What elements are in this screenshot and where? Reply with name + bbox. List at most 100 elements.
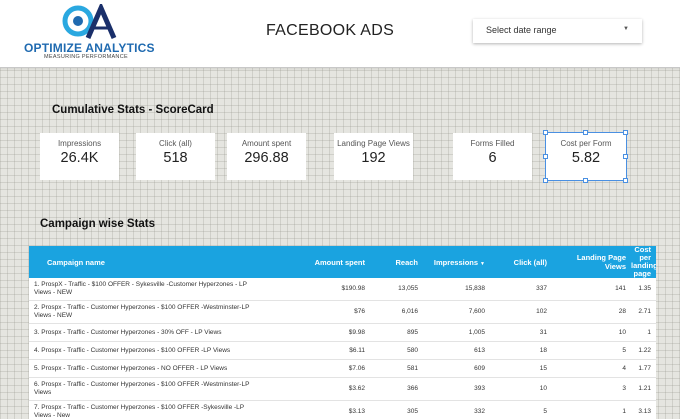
cell-cost-per-landing-page: 1.22 (631, 341, 656, 360)
resize-handle[interactable] (583, 178, 588, 183)
scorecard-cost-per-form[interactable]: Cost per Form 5.82 (545, 132, 627, 181)
card-value: 518 (163, 150, 188, 166)
page-title: FACEBOOK ADS (265, 22, 395, 39)
campaign-name: Prospx - Traffic - Customer Hyperzones -… (34, 304, 250, 319)
card-label: Amount spent (241, 139, 292, 148)
card-value: 6 (488, 150, 497, 166)
cell-amount-spent: $7.06 (267, 359, 370, 378)
table-row[interactable]: 7. Prospx - Traffic - Customer Hyperzone… (29, 400, 656, 419)
resize-handle[interactable] (623, 178, 628, 183)
date-range-select[interactable]: Select date range ▼ (473, 19, 642, 43)
logo-mark-icon (62, 4, 117, 39)
scorecard-forms-filled[interactable]: Forms Filled 6 (453, 133, 532, 180)
col-landing-page-views[interactable]: Landing Page Views (552, 246, 631, 278)
col-cost-per-landing-page[interactable]: Cost per landing page (631, 246, 656, 278)
cell-clicks: 5 (490, 400, 552, 419)
cell-landing-page-views: 5 (552, 341, 631, 360)
cell-campaign-name: 6. Prospx - Traffic - Customer Hyperzone… (29, 377, 267, 401)
scorecard-clicks[interactable]: Click (all) 518 (136, 133, 215, 180)
cell-reach: 305 (370, 400, 423, 419)
scorecard-title: Cumulative Stats - ScoreCard (52, 104, 214, 116)
cell-impressions: 1,005 (423, 323, 490, 342)
scorecard-impressions[interactable]: Impressions 26.4K (40, 133, 119, 180)
cell-landing-page-views: 4 (552, 359, 631, 378)
cell-clicks: 31 (490, 323, 552, 342)
logo-text: OPTIMIZE ANALYTICS (24, 41, 155, 55)
card-value: 192 (361, 150, 386, 166)
table-row[interactable]: 6. Prospx - Traffic - Customer Hyperzone… (29, 377, 656, 401)
resize-handle[interactable] (543, 154, 548, 159)
cell-campaign-name: 4. Prospx - Traffic - Customer Hyperzone… (29, 341, 267, 360)
row-index: 6. (34, 381, 40, 388)
resize-handle[interactable] (623, 154, 628, 159)
campaign-title: Campaign wise Stats (40, 218, 156, 230)
row-index: 1. (34, 281, 40, 288)
table-row[interactable]: 1. ProspX - Traffic - $100 OFFER - Sykes… (29, 278, 656, 301)
cell-impressions: 15,838 (423, 278, 490, 301)
campaign-name: ProspX - Traffic - $100 OFFER - Sykesvil… (34, 281, 247, 296)
cell-cost-per-landing-page: 2.71 (631, 300, 656, 324)
cell-campaign-name: 2. Prospx - Traffic - Customer Hyperzone… (29, 300, 267, 324)
cell-impressions: 613 (423, 341, 490, 360)
col-campaign-name[interactable]: Campaign name (29, 246, 267, 278)
cell-amount-spent: $3.62 (267, 377, 370, 401)
scorecard-landing-page-views[interactable]: Landing Page Views 192 (334, 133, 413, 180)
cell-landing-page-views: 28 (552, 300, 631, 324)
cell-impressions: 393 (423, 377, 490, 401)
table-row[interactable]: 3. Prospx - Traffic - Customer Hyperzone… (29, 323, 656, 342)
resize-handle[interactable] (543, 130, 548, 135)
row-index: 5. (34, 364, 40, 372)
table-row[interactable]: 4. Prospx - Traffic - Customer Hyperzone… (29, 341, 656, 360)
card-label: Click (all) (159, 139, 192, 148)
col-impressions-label: Impressions (433, 257, 479, 267)
col-impressions[interactable]: Impressions ▼ (423, 246, 490, 278)
cell-campaign-name: 7. Prospx - Traffic - Customer Hyperzone… (29, 400, 267, 419)
cell-landing-page-views: 1 (552, 400, 631, 419)
card-label: Forms Filled (470, 139, 515, 148)
cell-clicks: 337 (490, 278, 552, 301)
scorecard-amount-spent[interactable]: Amount spent 296.88 (227, 133, 306, 180)
campaign-name: Prospx - Traffic - Customer Hyperzones -… (41, 328, 222, 336)
col-amount-spent[interactable]: Amount spent (267, 246, 370, 278)
row-index: 7. (34, 404, 40, 411)
cell-amount-spent: $6.11 (267, 341, 370, 360)
cell-amount-spent: $3.13 (267, 400, 370, 419)
resize-handle[interactable] (583, 130, 588, 135)
card-label: Landing Page Views (337, 139, 410, 148)
col-reach[interactable]: Reach (370, 246, 423, 278)
card-value: 5.82 (571, 150, 601, 166)
cell-reach: 6,016 (370, 300, 423, 324)
cell-clicks: 15 (490, 359, 552, 378)
campaign-name: Prospx - Traffic - Customer Hyperzones -… (34, 404, 245, 419)
cell-clicks: 18 (490, 341, 552, 360)
campaign-table: Campaign name Amount spent Reach Impress… (29, 246, 656, 419)
col-clicks[interactable]: Click (all) (490, 246, 552, 278)
table-row[interactable]: 2. Prospx - Traffic - Customer Hyperzone… (29, 300, 656, 324)
campaign-name: Prospx - Traffic - Customer Hyperzones -… (41, 346, 231, 354)
cell-cost-per-landing-page: 1.77 (631, 359, 656, 378)
cell-reach: 366 (370, 377, 423, 401)
cell-reach: 581 (370, 359, 423, 378)
logo: OPTIMIZE ANALYTICS MEASURING PERFORMANCE (24, 4, 155, 62)
cell-clicks: 10 (490, 377, 552, 401)
row-index: 3. (34, 328, 40, 336)
cell-amount-spent: $76 (267, 300, 370, 324)
table-row[interactable]: 5. Prospx - Traffic - Customer Hyperzone… (29, 359, 656, 378)
header-bar: OPTIMIZE ANALYTICS MEASURING PERFORMANCE… (0, 0, 680, 68)
cell-cost-per-landing-page: 1.21 (631, 377, 656, 401)
cell-landing-page-views: 3 (552, 377, 631, 401)
cell-landing-page-views: 10 (552, 323, 631, 342)
cell-campaign-name: 5. Prospx - Traffic - Customer Hyperzone… (29, 359, 267, 378)
cell-impressions: 332 (423, 400, 490, 419)
cell-amount-spent: $9.98 (267, 323, 370, 342)
campaign-name: Prospx - Traffic - Customer Hyperzones -… (41, 364, 228, 372)
card-value: 26.4K (60, 150, 99, 166)
resize-handle[interactable] (543, 178, 548, 183)
cell-reach: 580 (370, 341, 423, 360)
table-header-row: Campaign name Amount spent Reach Impress… (29, 246, 656, 278)
cell-cost-per-landing-page: 1 (631, 323, 656, 342)
cell-landing-page-views: 141 (552, 278, 631, 301)
date-range-label: Select date range (486, 25, 557, 35)
card-value: 296.88 (244, 150, 289, 166)
resize-handle[interactable] (623, 130, 628, 135)
